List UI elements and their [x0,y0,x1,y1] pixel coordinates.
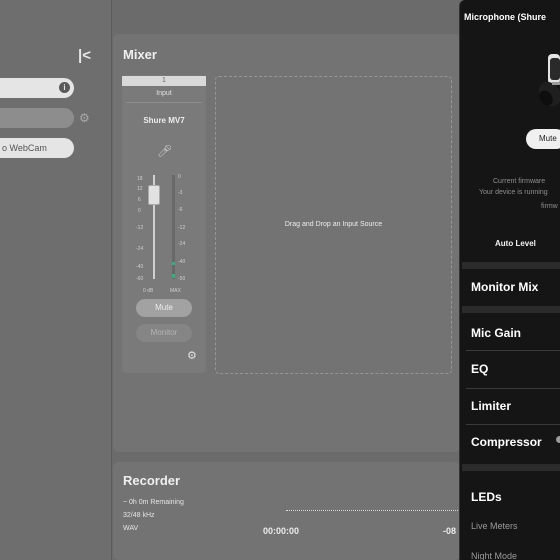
compressor-toggle-icon[interactable] [556,436,560,443]
fader-scale-label: -12 [136,225,144,231]
dropzone-hint: Drag and Drop an Input Source [284,221,383,228]
fader-scale-label: 0 [138,208,141,214]
meter-scale-label: -12 [178,225,186,231]
collapse-left-icon[interactable]: |< [78,48,94,64]
sidebar-item-selected[interactable] [0,108,74,128]
microphone-icon [538,54,560,107]
item-divider [466,388,560,389]
meter-scale-label: -40 [178,259,186,265]
limiter-item[interactable]: Limiter [471,399,511,413]
fader-scale-label: -60 [136,276,144,282]
panel-mute-button[interactable]: Mute [526,129,560,149]
channel-monitor-button[interactable]: Monitor [136,324,192,342]
level-meter-fill [172,274,175,278]
channel-device-name: Shure MV7 [143,116,185,125]
gear-icon[interactable]: ⚙ [79,111,90,125]
firmware-version: firmw [541,203,558,210]
channel-divider [126,102,202,103]
live-meters-option[interactable]: Live Meters [471,521,518,531]
fader-scale-label: -40 [136,264,144,270]
microphone-icon: 🎤︎ [157,144,173,158]
fader-scale-label: -24 [136,246,144,252]
section-divider [462,306,560,313]
recorder-elapsed-time: 00:00:00 [263,526,300,536]
meter-scale-label: -24 [178,241,186,247]
leds-item[interactable]: LEDs [471,490,502,504]
fader-value: 0 dB [143,288,154,294]
meter-value: MAX [170,288,181,294]
channel-type-label: Input [156,90,172,97]
recorder-sample-rate: 32/48 kHz [123,512,155,519]
monitor-mix-item[interactable]: Monitor Mix [471,280,538,294]
fader-scale-label: 6 [138,197,141,203]
gain-fader-handle[interactable] [148,185,160,205]
recorder-waveform [286,510,460,511]
meter-scale-label: -50 [178,276,186,282]
mixer-title: Mixer [123,47,157,62]
meter-scale-label: -6 [178,207,183,213]
item-divider [466,350,560,351]
fader-scale-label: 12 [137,186,143,192]
section-divider [462,262,560,269]
channel-mute-button[interactable]: Mute [136,299,192,317]
item-divider [466,424,560,425]
night-mode-option[interactable]: Night Mode [471,551,517,560]
meter-scale-label: 0 [178,174,181,180]
recorder-format: WAV [123,525,139,532]
info-icon[interactable]: i [59,82,70,93]
recorder-remaining: ~ 0h 0m Remaining [123,499,184,506]
level-meter-peak [172,262,175,265]
recorder-title: Recorder [123,473,181,488]
auto-level-tab[interactable]: Auto Level [495,239,536,248]
sidebar-item-webcam[interactable]: o WebCam [0,138,74,158]
fader-scale-label: 18 [137,176,143,182]
meter-scale-label: -3 [178,190,183,196]
panel-title: Microphone (Shure [464,12,547,22]
compressor-item[interactable]: Compressor [471,435,542,449]
gear-icon[interactable]: ⚙ [187,349,197,362]
mic-gain-item[interactable]: Mic Gain [471,326,521,340]
recorder-level-readout: -08 [443,526,457,536]
firmware-status: Current firmware [493,178,546,185]
channel-number: 1 [122,76,206,86]
eq-item[interactable]: EQ [471,362,488,376]
section-divider [462,464,560,471]
firmware-status-detail: Your device is running [479,189,548,196]
